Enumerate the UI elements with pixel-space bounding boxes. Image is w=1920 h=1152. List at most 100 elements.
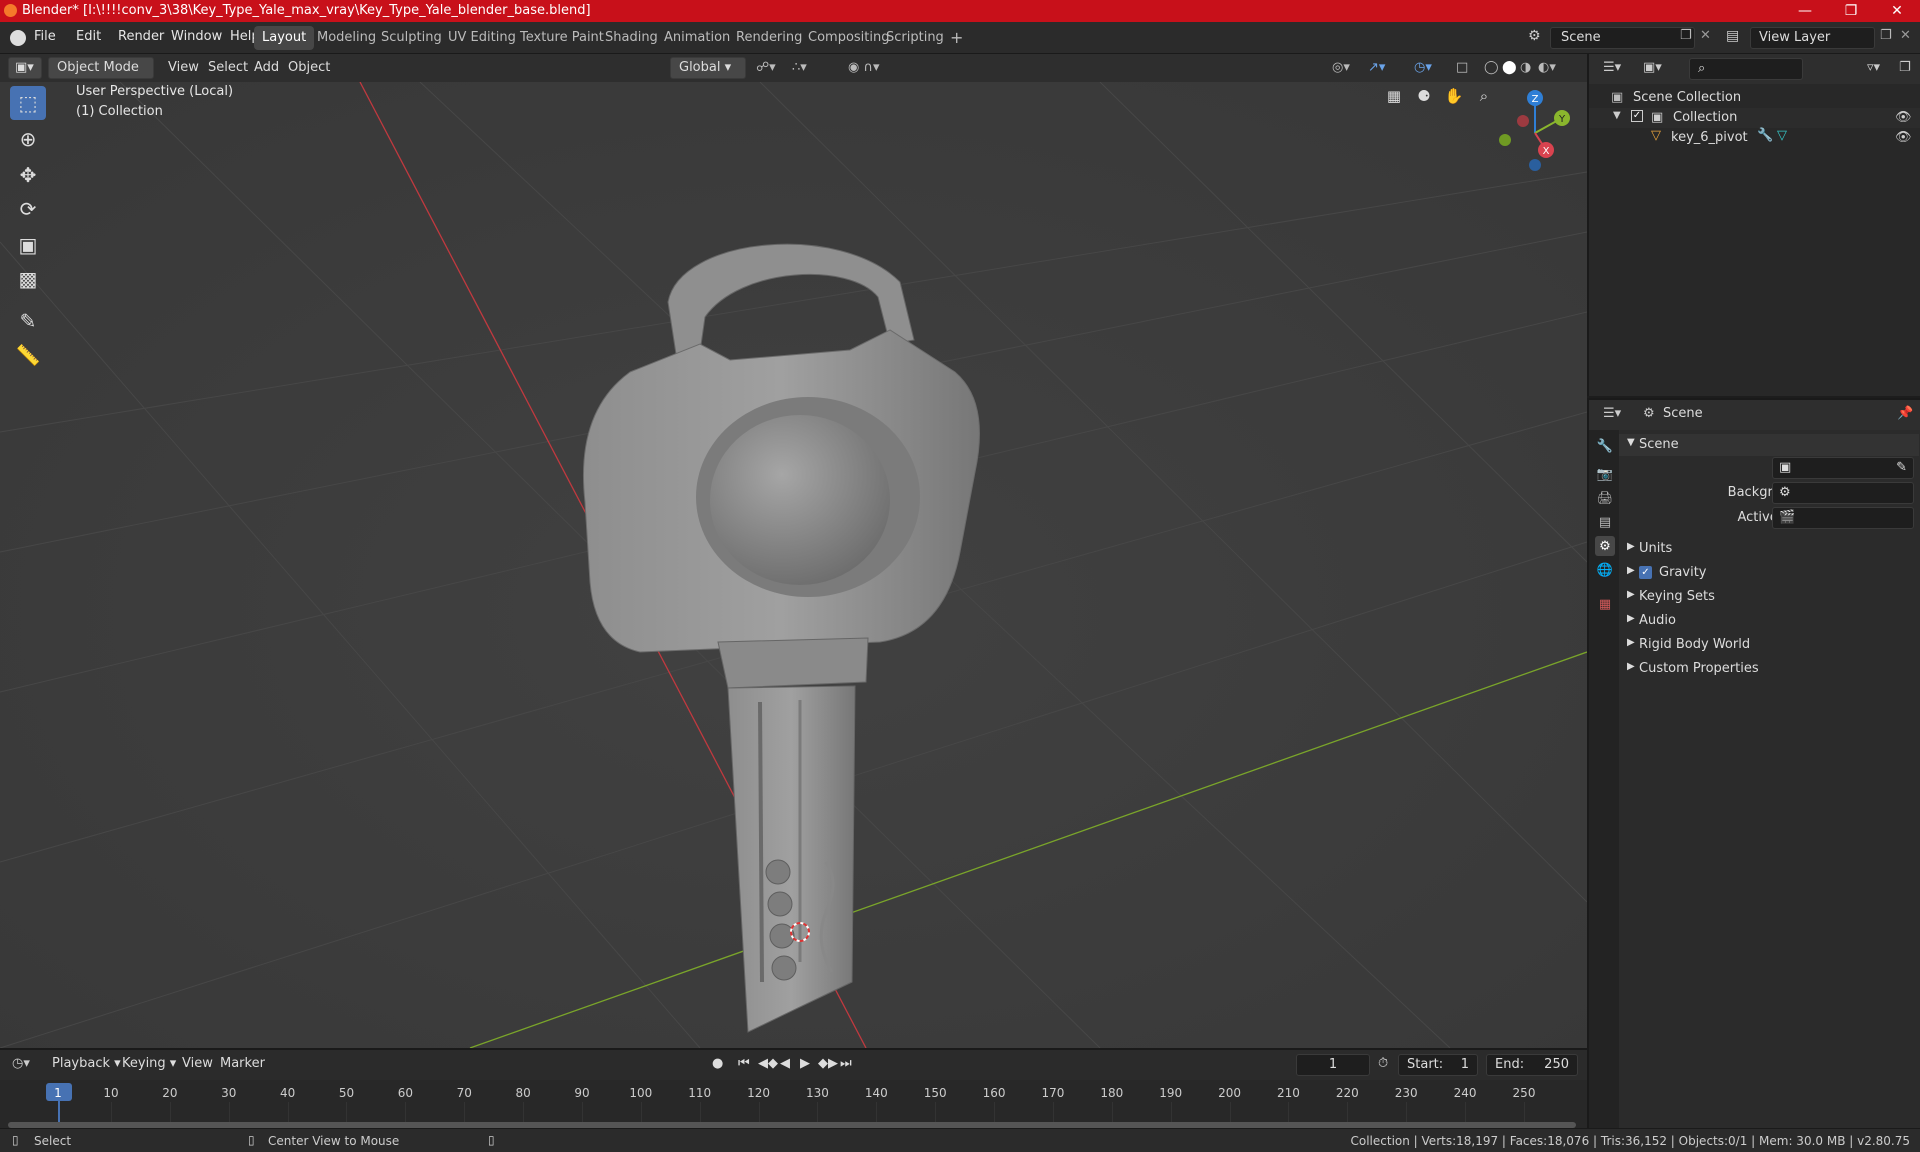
wireframe-shading-icon[interactable]: ◯: [1484, 60, 1499, 75]
jump-end-icon[interactable]: ⏭: [840, 1056, 852, 1071]
outliner-row-scene-collection[interactable]: ▣ Scene Collection: [1589, 88, 1920, 108]
measure-tool-icon[interactable]: 📏: [10, 338, 46, 372]
modifier-wrench-icon[interactable]: 🔧: [1757, 128, 1773, 143]
timeline-menu-view[interactable]: View: [182, 1056, 213, 1071]
rotate-tool-icon[interactable]: ⟳: [10, 192, 46, 226]
pan-view-icon[interactable]: ✋: [1440, 82, 1468, 110]
new-view-layer-icon[interactable]: ❐: [1880, 28, 1892, 43]
start-frame-field[interactable]: Start: 1: [1398, 1054, 1478, 1076]
annotate-tool-icon[interactable]: ✎: [10, 304, 46, 338]
timeline-menu-keying[interactable]: Keying ▾: [122, 1056, 176, 1071]
scale-tool-icon[interactable]: ▣: [10, 228, 46, 262]
solid-shading-icon[interactable]: ⬤: [1502, 60, 1517, 75]
tab-rendering[interactable]: Rendering: [728, 26, 810, 50]
rigid-body-world-panel[interactable]: ▶ Rigid Body World: [1619, 634, 1919, 656]
stopwatch-icon[interactable]: ⏱: [1378, 1056, 1388, 1071]
proportional-editing-icon[interactable]: ◉ ∩▾: [848, 60, 880, 75]
tab-scripting[interactable]: Scripting: [878, 26, 952, 50]
material-shading-icon[interactable]: ◑: [1520, 60, 1531, 75]
visibility-icon[interactable]: ◎▾: [1332, 60, 1350, 75]
object-mode-dropdown[interactable]: Object Mode ▾: [48, 57, 154, 95]
menu-file[interactable]: File: [34, 29, 56, 44]
new-scene-icon[interactable]: ❐: [1680, 28, 1692, 43]
background-scene-field[interactable]: ⚙: [1772, 482, 1914, 504]
overlay-toggle-icon[interactable]: ◷▾: [1414, 60, 1432, 75]
custom-properties-panel[interactable]: ▶ Custom Properties: [1619, 658, 1919, 680]
collection-visibility-eye-icon[interactable]: 👁: [1895, 110, 1912, 125]
scene-selector-icon[interactable]: ⚙: [1528, 28, 1541, 44]
world-tab-icon[interactable]: 🌐: [1595, 560, 1615, 580]
menu-window[interactable]: Window: [171, 29, 222, 44]
active-movie-clip-field[interactable]: 🎬: [1772, 507, 1914, 529]
3d-viewport[interactable]: User Perspective (Local) (1) Collection …: [0, 82, 1587, 1048]
filter-icon[interactable]: ▿▾: [1867, 60, 1880, 75]
restore-icon[interactable]: ❐: [1828, 0, 1874, 22]
transform-orientation-dropdown[interactable]: Global ▾: [670, 57, 746, 79]
outliner-row-collection[interactable]: ▼ ✓ ▣ Collection 👁: [1589, 108, 1920, 128]
view-layer-icon[interactable]: ▤: [1726, 28, 1739, 44]
keying-sets-panel[interactable]: ▶ Keying Sets: [1619, 586, 1919, 608]
expand-arrow-icon[interactable]: ▼: [1613, 110, 1621, 121]
select-box-tool-icon[interactable]: ⬚: [10, 86, 46, 120]
timeline-menu-marker[interactable]: Marker: [220, 1056, 265, 1071]
camera-field[interactable]: ▣ ✎: [1772, 457, 1914, 479]
editor-type-icon[interactable]: ▣▾: [8, 57, 42, 79]
scene-tab-icon[interactable]: ⚙: [1595, 536, 1615, 556]
gravity-checkbox[interactable]: ✓: [1639, 566, 1652, 579]
output-tab-icon[interactable]: 🖨: [1595, 488, 1615, 508]
menu-render[interactable]: Render: [118, 29, 164, 44]
xray-toggle-icon[interactable]: □: [1456, 60, 1468, 75]
scene-field[interactable]: Scene: [1550, 27, 1695, 49]
properties-editor-type-icon[interactable]: ☰▾: [1603, 406, 1621, 421]
move-tool-icon[interactable]: ✥: [10, 158, 46, 192]
close-icon[interactable]: ✕: [1874, 0, 1920, 22]
add-workspace-icon[interactable]: +: [942, 26, 971, 50]
collection-checkbox[interactable]: ✓: [1631, 110, 1643, 122]
outliner-editor-type-icon[interactable]: ☰▾: [1603, 60, 1621, 75]
remove-view-layer-icon[interactable]: ✕: [1900, 28, 1911, 43]
snap-icon[interactable]: ∴▾: [792, 60, 807, 75]
tab-sculpting[interactable]: Sculpting: [373, 26, 450, 50]
tool-tab-icon[interactable]: 🔧: [1595, 436, 1615, 456]
pin-icon[interactable]: 📌: [1897, 406, 1913, 421]
minimize-icon[interactable]: —: [1782, 0, 1828, 22]
play-reverse-icon[interactable]: ◀: [780, 1056, 790, 1071]
outliner-search-input[interactable]: ⌕: [1689, 58, 1803, 80]
jump-start-icon[interactable]: ⏮: [738, 1056, 750, 1071]
units-panel[interactable]: ▶ Units: [1619, 538, 1919, 560]
jump-keyframe-forward-icon[interactable]: ◆▶: [818, 1056, 838, 1071]
play-icon[interactable]: ▶: [800, 1056, 810, 1071]
texture-tab-icon[interactable]: ▦: [1595, 594, 1615, 614]
toggle-perspective-icon[interactable]: ▦: [1380, 82, 1408, 110]
rendered-shading-icon[interactable]: ◐▾: [1538, 60, 1556, 75]
remove-scene-icon[interactable]: ✕: [1700, 28, 1711, 43]
viewport-menu-view[interactable]: View: [168, 60, 199, 75]
menu-edit[interactable]: Edit: [76, 29, 101, 44]
navigation-gizmo[interactable]: Z Y X: [1490, 88, 1590, 178]
gravity-panel[interactable]: ▶ ✓ Gravity: [1619, 562, 1919, 584]
transform-tool-icon[interactable]: ▩: [10, 262, 46, 296]
outliner-row-object[interactable]: ▽ key_6_pivot 🔧 ▽ 👁: [1589, 128, 1920, 148]
new-collection-icon[interactable]: ❐: [1899, 60, 1911, 75]
cursor-tool-icon[interactable]: ⊕: [10, 122, 46, 156]
viewport-menu-object[interactable]: Object: [288, 60, 330, 75]
viewport-menu-select[interactable]: Select: [208, 60, 248, 75]
object-visibility-eye-icon[interactable]: 👁: [1895, 130, 1912, 145]
camera-view-icon[interactable]: ⚈: [1410, 82, 1438, 110]
tab-animation[interactable]: Animation: [656, 26, 738, 50]
display-mode-icon[interactable]: ▣▾: [1643, 60, 1662, 75]
gizmo-toggle-icon[interactable]: ↗▾: [1368, 60, 1385, 75]
jump-keyframe-back-icon[interactable]: ◀◆: [758, 1056, 778, 1071]
audio-panel[interactable]: ▶ Audio: [1619, 610, 1919, 632]
tab-layout[interactable]: Layout: [254, 26, 315, 50]
pivot-point-icon[interactable]: ☍▾: [756, 60, 776, 75]
view-layer-field[interactable]: View Layer: [1750, 27, 1875, 49]
render-tab-icon[interactable]: 📷: [1595, 464, 1615, 484]
scene-panel-header[interactable]: ▼ Scene: [1619, 434, 1919, 456]
current-frame-field[interactable]: 1: [1296, 1054, 1370, 1076]
timeline-editor-type-icon[interactable]: ◷▾: [12, 1056, 30, 1071]
timeline-menu-playback[interactable]: Playback ▾: [52, 1056, 121, 1071]
view-layer-tab-icon[interactable]: ▤: [1595, 512, 1615, 532]
mesh-data-icon[interactable]: ▽: [1777, 128, 1787, 143]
blender-menu-icon[interactable]: [10, 30, 26, 46]
